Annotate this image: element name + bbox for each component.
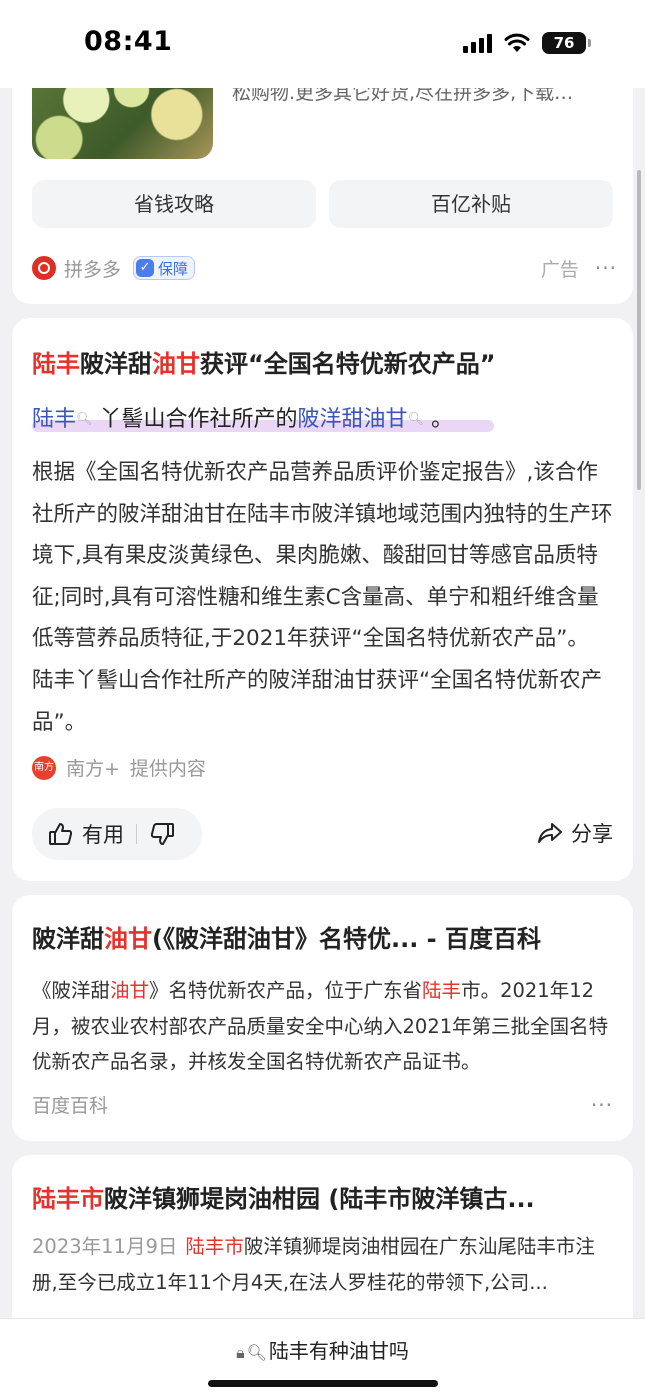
check-icon: ✓: [136, 259, 155, 277]
more-options-icon[interactable]: ···: [595, 258, 617, 278]
status-bar: 08:41 76: [0, 0, 645, 88]
result-snippet: 《陂洋甜油甘》名特优新农产品，位于广东省陆丰市。2021年12月，被农业农村部农…: [32, 979, 609, 1073]
vote-pill: 有用: [32, 808, 202, 860]
share-label: 分享: [571, 822, 613, 846]
search-result-baike[interactable]: 陂洋甜油甘(《陂洋甜油甘》名特优... - 百度百科 《陂洋甜油甘》名特优新农产…: [12, 895, 633, 1141]
guarantee-label: 保障: [158, 259, 189, 278]
thumbs-up-icon[interactable]: [48, 821, 74, 847]
guarantee-badge: ✓ 保障: [133, 256, 196, 280]
search-query-bar[interactable]: 🔒︎ 🔍︎ 陆丰有种油甘吗: [0, 1335, 645, 1364]
ad-label: 广告: [540, 258, 579, 281]
result-date: 2023年11月9日: [32, 1235, 178, 1258]
useful-button[interactable]: 有用: [82, 819, 124, 849]
status-icons: 76: [463, 32, 591, 54]
save-money-button[interactable]: 省钱攻略: [32, 180, 316, 228]
search-icon[interactable]: 🔍︎: [76, 412, 93, 427]
nanfang-logo-icon: 南方: [32, 755, 56, 780]
subsidy-button[interactable]: 百亿补贴: [329, 180, 613, 228]
status-time: 08:41: [84, 26, 173, 57]
result-snippet: 2023年11月9日 陆丰市陂洋镇狮堤岗油柑园在广东汕尾陆丰市注册,至今已成立1年…: [32, 1235, 595, 1294]
entity-link-youtgan[interactable]: 陂洋甜油甘: [298, 407, 408, 432]
cellular-signal-icon: [463, 33, 492, 53]
answer-source[interactable]: 南方 南方+ 提供内容: [32, 754, 206, 781]
home-indicator[interactable]: [208, 1380, 438, 1387]
thumbs-down-icon[interactable]: [149, 821, 175, 847]
address-bar[interactable]: 🔒︎ 🔍︎ 陆丰有种油甘吗: [0, 1318, 645, 1398]
search-icon[interactable]: 🔍︎: [408, 412, 425, 427]
source-name[interactable]: 南方+: [66, 754, 120, 781]
lock-icon: 🔒︎: [236, 1343, 245, 1362]
result-source[interactable]: 百度百科: [32, 1091, 108, 1118]
more-options-icon[interactable]: ···: [591, 1093, 613, 1117]
share-button[interactable]: 分享: [537, 818, 613, 848]
provided-label: 提供内容: [129, 758, 206, 780]
wifi-icon: [504, 33, 530, 52]
battery-icon: 76: [542, 32, 591, 54]
answer-title[interactable]: 陆丰陂洋甜油甘获评“全国名特优新农产品”: [32, 346, 496, 382]
ad-card[interactable]: 松购物.更多其它好货,尽在拼多多,下载… 省钱攻略 百亿补贴 拼多多 ✓ 保障 …: [12, 50, 633, 304]
result-title[interactable]: 陆丰市陂洋镇狮堤岗油柑园 (陆丰市陂洋镇古...: [32, 1181, 535, 1217]
ad-footer: 拼多多 ✓ 保障 广告 ···: [32, 253, 617, 283]
ad-source[interactable]: 拼多多: [64, 255, 121, 282]
pinduoduo-logo-icon: [32, 256, 56, 280]
answer-subtitle: 陆丰🔍︎ 丫髻山合作社所产的陂洋甜油甘🔍︎ 。: [32, 407, 454, 432]
search-icon: 🔍︎: [246, 1343, 267, 1362]
answer-body: 根据《全国名特优新农产品营养品质评价鉴定报告》,该合作社所产的陂洋甜油甘在陆丰市…: [32, 460, 613, 735]
entity-link-lufeng[interactable]: 陆丰: [32, 407, 76, 432]
share-icon: [538, 823, 562, 843]
result-title[interactable]: 陂洋甜油甘(《陂洋甜油甘》名特优... - 百度百科: [32, 921, 541, 957]
answer-card: 陆丰陂洋甜油甘获评“全国名特优新农产品” 陆丰🔍︎ 丫髻山合作社所产的陂洋甜油甘…: [12, 318, 633, 881]
scrollbar[interactable]: [637, 170, 641, 490]
battery-level: 76: [542, 32, 586, 54]
search-query[interactable]: 陆丰有种油甘吗: [269, 1339, 409, 1363]
